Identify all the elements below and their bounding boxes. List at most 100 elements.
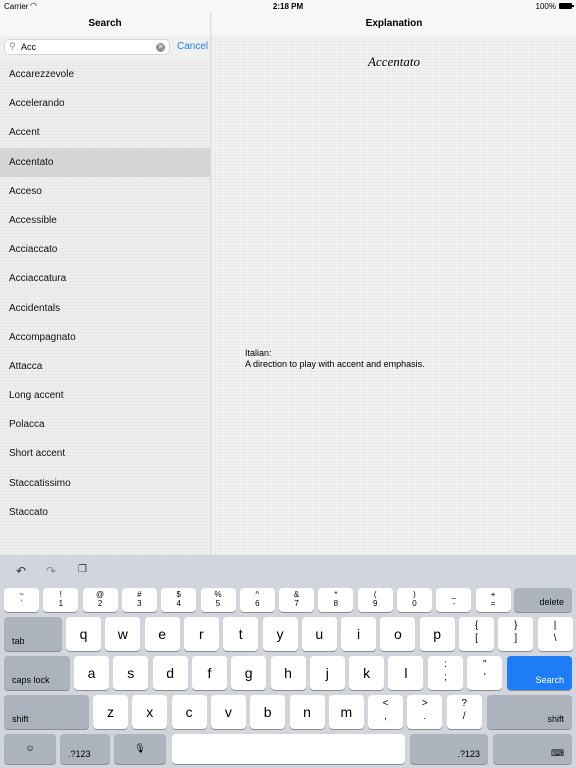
key-label: l bbox=[404, 665, 408, 681]
search-key[interactable]: Search bbox=[507, 656, 572, 690]
key-shift-label: # bbox=[137, 590, 142, 599]
key-5[interactable]: % 5 bbox=[200, 588, 236, 612]
result-item[interactable]: Accelerando bbox=[0, 89, 210, 118]
key-6[interactable]: ^ 6 bbox=[239, 588, 275, 612]
result-item[interactable]: Accidentals bbox=[0, 294, 210, 323]
redo-icon[interactable]: ↷ bbox=[46, 564, 56, 578]
result-item[interactable]: Acciaccatura bbox=[0, 264, 210, 293]
result-item[interactable]: Attacca bbox=[0, 352, 210, 381]
key-i[interactable]: i bbox=[341, 617, 377, 651]
explanation-pane: Explanation Accentato Italian: A directi… bbox=[212, 13, 576, 555]
key-j[interactable]: j bbox=[309, 656, 345, 690]
key-shift-label: ) bbox=[413, 590, 416, 599]
caps-lock-key[interactable]: caps lock bbox=[4, 656, 70, 690]
key-label: o bbox=[393, 626, 402, 642]
result-item[interactable]: Staccato bbox=[0, 498, 210, 527]
numbers-label: .?123 bbox=[68, 749, 91, 759]
key-c[interactable]: c bbox=[171, 695, 207, 729]
left-shift-key[interactable]: shift bbox=[4, 695, 89, 729]
key-w[interactable]: w bbox=[105, 617, 141, 651]
key-m[interactable]: m bbox=[328, 695, 364, 729]
search-input[interactable] bbox=[21, 41, 151, 53]
key-shift-label: ~ bbox=[19, 590, 24, 599]
key-sym[interactable]: <, bbox=[368, 695, 403, 729]
key-label: 7 bbox=[294, 599, 299, 608]
result-item[interactable]: Acciaccato bbox=[0, 235, 210, 264]
result-item[interactable]: Short accent bbox=[0, 439, 210, 468]
key-sym[interactable]: {[ bbox=[459, 617, 494, 651]
space-key[interactable] bbox=[172, 734, 405, 764]
key-0[interactable]: ) 0 bbox=[397, 588, 432, 612]
key-sym[interactable]: }] bbox=[498, 617, 534, 651]
key-sym[interactable]: | \ bbox=[537, 617, 573, 651]
key-2[interactable]: @2 bbox=[82, 588, 118, 612]
key-s[interactable]: s bbox=[113, 656, 149, 690]
key--[interactable]: _ - bbox=[436, 588, 472, 612]
key-9[interactable]: (9 bbox=[357, 588, 393, 612]
paste-icon[interactable]: ❐ bbox=[78, 564, 87, 575]
undo-icon[interactable]: ↶ bbox=[16, 564, 26, 578]
result-item[interactable]: Accentato bbox=[0, 147, 210, 177]
result-item[interactable]: Accarezzevole bbox=[0, 60, 210, 89]
key-3[interactable]: #3 bbox=[121, 588, 157, 612]
key-`[interactable]: ~ ` bbox=[4, 588, 39, 612]
key-sym[interactable]: ? / bbox=[446, 695, 482, 729]
key-8[interactable]: * 8 bbox=[318, 588, 354, 612]
shift-label: shift bbox=[547, 714, 564, 724]
delete-key[interactable]: delete bbox=[514, 588, 572, 612]
key-label: y bbox=[276, 626, 284, 642]
numbers-key-right[interactable]: .?123 bbox=[410, 734, 488, 764]
microphone-icon: 🎙 bbox=[134, 743, 146, 753]
key-label: z bbox=[107, 704, 114, 720]
key-y[interactable]: y bbox=[262, 617, 298, 651]
result-item[interactable]: Polacca bbox=[0, 410, 210, 439]
key-l[interactable]: l bbox=[388, 656, 424, 690]
key-o[interactable]: o bbox=[380, 617, 416, 651]
key-d[interactable]: d bbox=[152, 656, 188, 690]
result-item[interactable]: Acceso bbox=[0, 177, 210, 206]
delete-label: delete bbox=[539, 597, 564, 607]
key-z[interactable]: z bbox=[93, 695, 128, 729]
key-4[interactable]: $4 bbox=[161, 588, 197, 612]
key-k[interactable]: k bbox=[349, 656, 385, 690]
key-label: u bbox=[315, 626, 324, 642]
key-x[interactable]: x bbox=[132, 695, 168, 729]
key-7[interactable]: & 7 bbox=[279, 588, 315, 612]
key-f[interactable]: f bbox=[191, 656, 227, 690]
cancel-button[interactable]: Cancel bbox=[177, 41, 208, 52]
result-item[interactable]: Long accent bbox=[0, 381, 210, 410]
key-r[interactable]: r bbox=[183, 617, 219, 651]
right-shift-key[interactable]: shift bbox=[487, 695, 572, 729]
key-q[interactable]: q bbox=[66, 617, 101, 651]
key-sym[interactable]: " ' bbox=[467, 656, 503, 690]
hide-keyboard-key[interactable]: ⌨ bbox=[493, 734, 572, 764]
key-label: - bbox=[452, 599, 456, 608]
emoji-key[interactable]: ☺ bbox=[4, 734, 56, 764]
key-u[interactable]: u bbox=[301, 617, 337, 651]
numbers-key-left[interactable]: .?123 bbox=[60, 734, 110, 764]
dictation-key[interactable]: 🎙 bbox=[114, 734, 166, 764]
key-sym[interactable]: :; bbox=[428, 656, 463, 690]
result-item[interactable]: Accompagnato bbox=[0, 323, 210, 352]
key-t[interactable]: t bbox=[223, 617, 259, 651]
key-h[interactable]: h bbox=[270, 656, 306, 690]
key-b[interactable]: b bbox=[250, 695, 286, 729]
key-n[interactable]: n bbox=[289, 695, 325, 729]
key-v[interactable]: v bbox=[210, 695, 246, 729]
result-item[interactable]: Staccatissimo bbox=[0, 469, 210, 498]
key-1[interactable]: ! 1 bbox=[43, 588, 79, 612]
result-item[interactable]: Accent bbox=[0, 118, 210, 147]
key-sym[interactable]: >. bbox=[407, 695, 443, 729]
key-label: d bbox=[166, 665, 174, 681]
search-field[interactable]: ⚲ ✕ bbox=[4, 39, 170, 55]
key-g[interactable]: g bbox=[231, 656, 267, 690]
key-=[interactable]: + = bbox=[475, 588, 511, 612]
key-p[interactable]: p bbox=[419, 617, 455, 651]
key-a[interactable]: a bbox=[74, 656, 109, 690]
key-label: f bbox=[207, 665, 212, 681]
result-item[interactable]: Accessible bbox=[0, 206, 210, 235]
key-e[interactable]: e bbox=[144, 617, 180, 651]
tab-key[interactable]: tab bbox=[4, 617, 62, 651]
search-pane: Search ⚲ ✕ Cancel AccarezzevoleAcceleran… bbox=[0, 13, 211, 555]
clear-search-icon[interactable]: ✕ bbox=[156, 43, 165, 52]
